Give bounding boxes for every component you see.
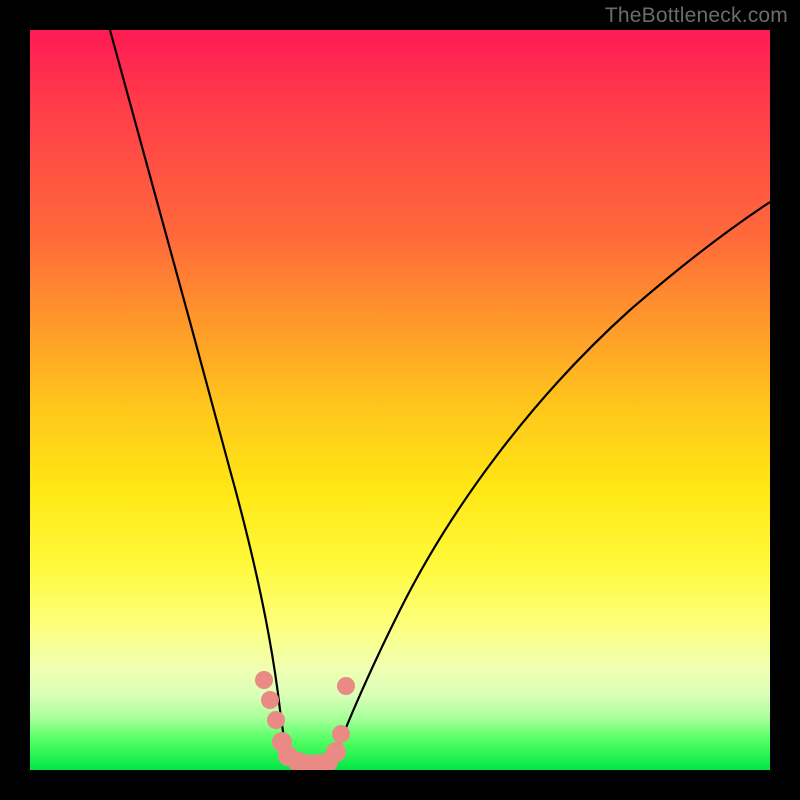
frame: TheBottleneck.com [0,0,800,800]
left-curve [110,30,292,768]
right-curve [330,202,770,768]
plot-area [30,30,770,770]
watermark-text: TheBottleneck.com [605,4,788,28]
marker-band [255,671,355,770]
chart-svg [30,30,770,770]
